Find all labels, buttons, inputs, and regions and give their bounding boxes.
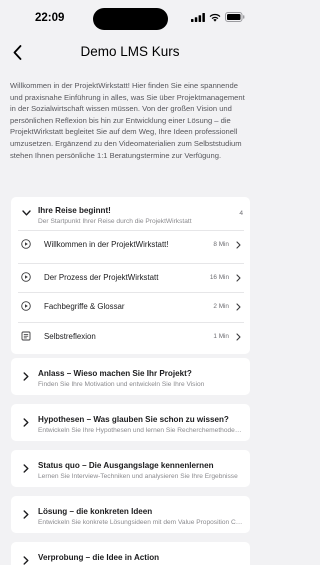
lesson-duration: 2 Min — [213, 303, 229, 310]
navigation-bar: Demo LMS Kurs — [0, 38, 260, 68]
chevron-right-icon — [21, 417, 31, 427]
lesson-count: 4 — [239, 210, 243, 217]
section-card[interactable]: Lösung – die konkreten Ideen Entwickeln … — [11, 496, 250, 533]
section-title: Anlass – Wieso machen Sie Ihr Projekt? — [38, 369, 192, 378]
wifi-icon — [209, 13, 221, 22]
document-icon — [21, 331, 31, 341]
lesson-duration: 1 Min — [213, 333, 229, 340]
lesson-duration: 16 Min — [209, 274, 229, 281]
chevron-right-icon — [21, 555, 31, 565]
chevron-right-icon — [235, 274, 241, 282]
section-subtitle: Lernen Sie Interview-Techniken und analy… — [38, 473, 238, 480]
chevron-right-icon — [235, 333, 241, 341]
chevron-down-icon — [21, 208, 31, 218]
lesson-title: Fachbegriffe & Glossar — [44, 302, 125, 311]
course-description: Willkommen in der ProjektWirkstatt! Hier… — [10, 81, 245, 160]
page-title: Demo LMS Kurs — [80, 44, 180, 59]
section-title: Lösung – die konkreten Ideen — [38, 507, 153, 516]
status-icons — [191, 12, 245, 22]
cellular-signal-icon — [191, 12, 205, 22]
chevron-right-icon — [21, 463, 31, 473]
play-circle-icon — [21, 272, 31, 282]
lesson-row[interactable]: Fachbegriffe & Glossar 2 Min — [18, 292, 244, 319]
section-subtitle: Entwickeln Sie Ihre Hypothesen und lerne… — [38, 427, 243, 434]
chevron-right-icon — [21, 371, 31, 381]
section-title: Hypothesen – Was glauben Sie schon zu wi… — [38, 415, 229, 424]
section-title: Ihre Reise beginnt! — [38, 206, 111, 215]
status-time: 22:09 — [35, 12, 65, 24]
lesson-row[interactable]: Willkommen in der ProjektWirkstatt! 8 Mi… — [18, 230, 244, 257]
lesson-title: Der Prozess der ProjektWirkstatt — [44, 273, 159, 282]
battery-icon — [225, 12, 245, 22]
chevron-right-icon — [235, 241, 241, 249]
section-subtitle: Finden Sie Ihre Motivation und entwickel… — [38, 381, 205, 388]
status-bar: 22:09 — [0, 0, 260, 36]
dynamic-island — [93, 8, 168, 30]
lesson-title: Selbstreflexion — [44, 332, 96, 341]
lesson-duration: 8 Min — [213, 241, 229, 248]
play-circle-icon — [21, 239, 31, 249]
chevron-right-icon — [235, 303, 241, 311]
section-card[interactable]: Status quo – Die Ausgangslage kennenlern… — [11, 450, 250, 487]
section-title: Verprobung – die Idee in Action — [38, 553, 160, 562]
section-subtitle: Der Startpunkt Ihrer Reise durch die Pro… — [38, 218, 192, 225]
play-circle-icon — [21, 301, 31, 311]
section-card[interactable]: Anlass – Wieso machen Sie Ihr Projekt? F… — [11, 358, 250, 395]
section-card[interactable]: Hypothesen – Was glauben Sie schon zu wi… — [11, 404, 250, 441]
lesson-row[interactable]: Selbstreflexion 1 Min — [18, 322, 244, 349]
section-title: Status quo – Die Ausgangslage kennenlern… — [38, 461, 214, 470]
section-subtitle: Entwickeln Sie konkrete Lösungsideen mit… — [38, 519, 243, 526]
lesson-row[interactable]: Der Prozess der ProjektWirkstatt 16 Min — [18, 263, 244, 290]
section-header[interactable]: Ihre Reise beginnt! Der Startpunkt Ihrer… — [11, 197, 250, 230]
chevron-right-icon — [21, 509, 31, 519]
lesson-title: Willkommen in der ProjektWirkstatt! — [44, 240, 169, 249]
section-card-expanded: Ihre Reise beginnt! Der Startpunkt Ihrer… — [11, 197, 250, 354]
section-card[interactable]: Verprobung – die Idee in Action — [11, 542, 250, 565]
